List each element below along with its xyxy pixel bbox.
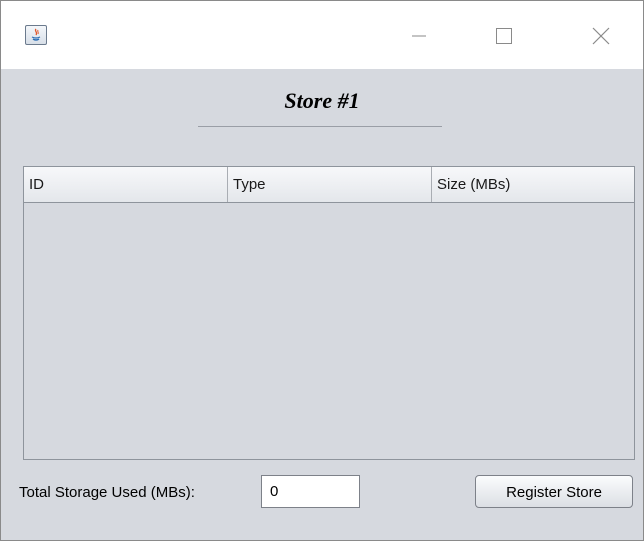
column-header-type[interactable]: Type	[228, 167, 432, 202]
total-storage-label: Total Storage Used (MBs):	[19, 484, 195, 501]
close-button[interactable]	[578, 21, 624, 51]
store-table[interactable]: ID Type Size (MBs)	[23, 166, 635, 460]
total-storage-field[interactable]	[261, 475, 360, 508]
register-store-button[interactable]: Register Store	[475, 475, 633, 508]
app-window: Store #1 ID Type Size (MBs) Total Storag…	[0, 0, 644, 541]
minimize-button[interactable]	[396, 21, 442, 51]
table-header: ID Type Size (MBs)	[24, 167, 634, 203]
maximize-icon	[496, 28, 512, 44]
column-header-id[interactable]: ID	[24, 167, 228, 202]
close-icon	[592, 27, 610, 45]
title-separator	[198, 126, 442, 127]
java-app-icon[interactable]	[25, 25, 47, 45]
title-bar[interactable]	[1, 1, 643, 69]
column-header-size[interactable]: Size (MBs)	[432, 167, 634, 202]
maximize-button[interactable]	[481, 21, 527, 51]
minimize-icon	[412, 35, 426, 37]
store-title: Store #1	[284, 88, 360, 113]
